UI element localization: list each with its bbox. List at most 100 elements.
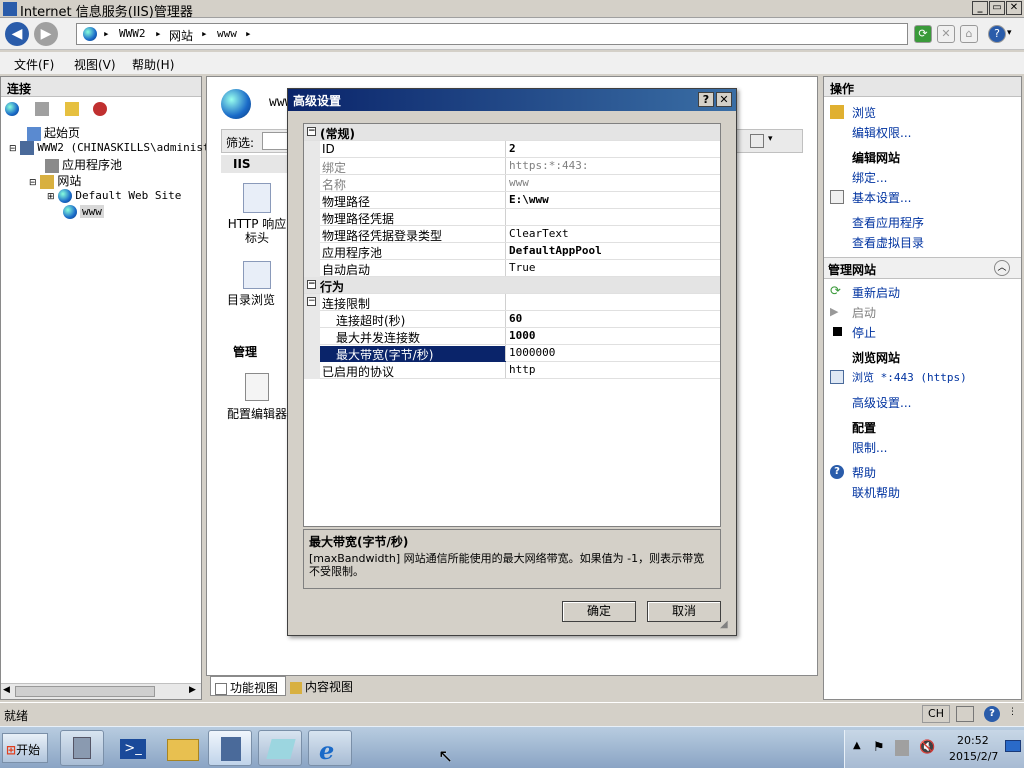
property-max-bandwidth[interactable]: 最大带宽(字节/秒) 1000000 — [304, 345, 720, 362]
menu-help[interactable]: 帮助(H) — [132, 56, 174, 73]
action-view-applications[interactable]: 查看应用程序 — [852, 214, 924, 231]
property-value[interactable]: 1000000 — [505, 345, 719, 361]
property-name[interactable]: 名称 www — [304, 175, 720, 192]
action-limits[interactable]: 限制... — [852, 439, 887, 456]
property-credentials-logon-type[interactable]: 物理路径凭据登录类型 ClearText — [304, 226, 720, 243]
action-bindings[interactable]: 绑定... — [852, 169, 887, 186]
network-icon[interactable] — [895, 740, 909, 756]
crumb-server[interactable]: WWW2 — [119, 27, 146, 40]
property-grid[interactable]: − (常规) ID 2 绑定 https:*:443: 名称 www 物理路径 E:\www 物… — [303, 123, 721, 527]
collapse-icon[interactable]: − — [307, 127, 316, 136]
property-auto-start[interactable]: 自动启动 True — [304, 260, 720, 277]
save-icon[interactable] — [35, 102, 49, 116]
property-value[interactable]: 1000 — [505, 328, 719, 344]
property-connection-limits[interactable]: − 连接限制 — [304, 294, 720, 311]
tree-sites[interactable]: ⊟ 网站 — [29, 172, 81, 189]
tree-start-page[interactable]: 起始页 — [27, 124, 80, 141]
show-desktop-icon[interactable] — [1005, 740, 1021, 752]
property-connection-timeout[interactable]: 连接超时(秒) 60 — [304, 311, 720, 328]
action-online-help[interactable]: 联机帮助 — [852, 484, 900, 501]
delete-connection-icon[interactable] — [93, 102, 107, 116]
tree-default-site[interactable]: ⊞ Default Web Site — [47, 188, 181, 203]
property-value[interactable]: True — [505, 260, 719, 276]
directory-browsing-label[interactable]: 目录浏览 — [227, 291, 275, 308]
horizontal-scrollbar[interactable]: ◀ ▶ — [1, 683, 201, 699]
crumb-separator-icon[interactable]: ▸ — [155, 27, 162, 40]
tab-content-view[interactable]: 内容视图 — [288, 678, 368, 696]
action-edit-permissions[interactable]: 编辑权限... — [852, 124, 911, 141]
resize-grip-icon[interactable]: ◢ — [720, 619, 728, 630]
volume-muted-icon[interactable]: 🔇 — [919, 740, 935, 755]
cancel-button[interactable]: 取消 — [647, 601, 721, 622]
scroll-right-icon[interactable]: ▶ — [189, 685, 196, 695]
back-button[interactable]: ◀ — [5, 22, 29, 46]
property-physical-path-credentials[interactable]: 物理路径凭据 — [304, 209, 720, 226]
flag-icon[interactable]: ⚑ — [873, 740, 885, 755]
address-bar[interactable]: ▸ WWW2 ▸ 网站 ▸ www ▸ — [76, 23, 908, 45]
taskbar-notepad[interactable] — [258, 730, 302, 766]
action-basic-settings[interactable]: 基本设置... — [852, 189, 911, 206]
tree-app-pools[interactable]: 应用程序池 — [45, 156, 122, 173]
config-editor-label[interactable]: 配置编辑器 — [227, 405, 287, 422]
maximize-button[interactable]: ▭ — [989, 1, 1005, 15]
property-value[interactable] — [505, 209, 719, 225]
start-button[interactable]: ⊞开始 — [2, 733, 48, 763]
taskbar-internet-explorer[interactable]: e — [308, 730, 352, 766]
property-value[interactable]: DefaultAppPool — [505, 243, 719, 259]
close-window-button[interactable]: ✕ — [1006, 1, 1022, 15]
property-id[interactable]: ID 2 — [304, 141, 720, 158]
taskbar-iis-manager[interactable] — [208, 730, 252, 766]
collapse-icon[interactable]: − — [307, 297, 316, 306]
language-indicator[interactable]: CH — [922, 705, 950, 723]
action-browse[interactable]: 浏览 — [852, 104, 876, 121]
scrollbar-thumb[interactable] — [15, 686, 155, 697]
help-icon[interactable]: ? — [988, 25, 1006, 43]
view-mode-icon[interactable] — [750, 134, 764, 148]
taskbar-powershell[interactable]: >_ — [110, 730, 154, 766]
property-value[interactable]: E:\www — [505, 192, 719, 208]
chevron-down-icon[interactable]: ▾ — [768, 134, 773, 144]
property-value[interactable]: http — [505, 362, 719, 378]
up-folder-icon[interactable] — [65, 102, 79, 116]
collapse-icon[interactable]: ⊟ — [29, 178, 37, 188]
chevron-down-icon[interactable]: ▾ — [1007, 28, 1012, 38]
home-icon[interactable]: ⌂ — [960, 25, 978, 43]
refresh-icon[interactable]: ⟳ — [914, 25, 932, 43]
action-start[interactable]: 启动 — [852, 304, 876, 321]
property-bindings[interactable]: 绑定 https:*:443: — [304, 158, 720, 175]
property-value[interactable]: ClearText — [505, 226, 719, 242]
minimize-button[interactable]: _ — [972, 1, 988, 15]
show-hidden-icons[interactable]: ▲ — [853, 740, 861, 751]
category-general[interactable]: − (常规) — [304, 124, 720, 141]
dialog-help-button[interactable]: ? — [698, 92, 714, 107]
http-response-headers-icon[interactable] — [243, 183, 271, 213]
property-value[interactable]: 60 — [505, 311, 719, 327]
connect-icon[interactable] — [5, 102, 19, 116]
action-view-virtual-dirs[interactable]: 查看虚拟目录 — [852, 234, 924, 251]
clock-time[interactable]: 20:52 — [957, 734, 989, 747]
action-restart[interactable]: 重新启动 — [852, 284, 900, 301]
scroll-left-icon[interactable]: ◀ — [3, 685, 10, 695]
stop-icon[interactable]: ✕ — [937, 25, 955, 43]
collapse-icon[interactable]: ⊟ — [9, 144, 17, 154]
crumb-sites[interactable]: 网站 — [169, 27, 193, 44]
crumb-www[interactable]: www — [217, 27, 237, 40]
taskbar-explorer[interactable] — [160, 730, 204, 766]
property-value[interactable]: https:*:443: — [505, 158, 719, 174]
clock-date[interactable]: 2015/2/7 — [949, 750, 998, 763]
options-icon[interactable]: ⋮ — [1008, 707, 1017, 717]
tree-www[interactable]: www — [63, 204, 104, 219]
collapse-icon[interactable]: − — [307, 280, 316, 289]
ok-button[interactable]: 确定 — [562, 601, 636, 622]
crumb-separator-icon[interactable]: ▸ — [201, 27, 208, 40]
property-max-concurrent-connections[interactable]: 最大并发连接数 1000 — [304, 328, 720, 345]
help-icon[interactable]: ? — [984, 706, 1000, 722]
tab-features-view[interactable]: 功能视图 — [210, 676, 286, 696]
collapse-section-icon[interactable]: ︿ — [994, 260, 1010, 276]
action-stop[interactable]: 停止 — [852, 324, 876, 341]
crumb-separator-icon[interactable]: ▸ — [245, 27, 252, 40]
tree-server[interactable]: ⊟ WWW2 (CHINASKILLS\administ — [9, 140, 210, 155]
property-value[interactable]: www — [505, 175, 719, 191]
property-value[interactable]: 2 — [505, 141, 719, 157]
dialog-close-button[interactable]: ✕ — [716, 92, 732, 107]
